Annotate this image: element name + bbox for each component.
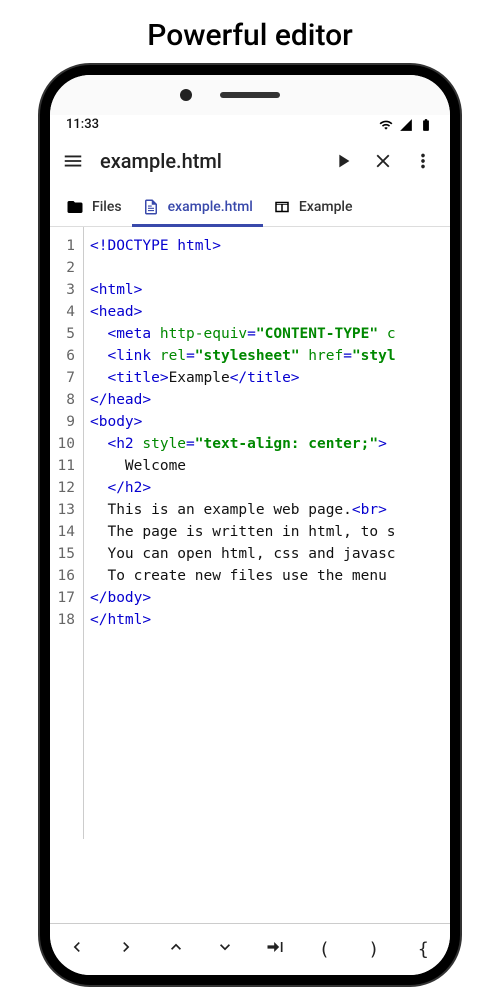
- close-button[interactable]: [370, 148, 396, 174]
- battery-icon: [418, 118, 434, 132]
- web-icon: [273, 198, 291, 216]
- close-icon: [372, 150, 394, 172]
- symbol-toolbar: ( ) {: [50, 923, 450, 975]
- nav-forward-button[interactable]: [102, 937, 152, 962]
- tab-preview-label: Example: [299, 199, 353, 215]
- tab-file[interactable]: example.html: [132, 188, 263, 226]
- tab-key-button[interactable]: [250, 937, 300, 962]
- appbar-title: example.html: [100, 149, 316, 173]
- folder-icon: [66, 198, 84, 216]
- status-icons: [378, 118, 434, 132]
- menu-button[interactable]: [60, 148, 86, 174]
- chevron-down-icon: [215, 937, 235, 957]
- nav-up-button[interactable]: [151, 937, 201, 962]
- app-bar: example.html: [50, 138, 450, 188]
- nav-down-button[interactable]: [201, 937, 251, 962]
- file-icon: [142, 198, 160, 216]
- chevron-left-icon: [67, 937, 87, 957]
- tab-preview[interactable]: Example: [263, 188, 363, 226]
- code-area[interactable]: <!DOCTYPE html> <html><head> <meta http-…: [84, 227, 450, 839]
- more-vert-icon: [412, 150, 434, 172]
- tab-file-label: example.html: [168, 199, 253, 215]
- chevron-up-icon: [166, 937, 186, 957]
- tab-files[interactable]: Files: [56, 188, 132, 226]
- run-button[interactable]: [330, 148, 356, 174]
- nav-back-button[interactable]: [52, 937, 102, 962]
- phone-notch: [50, 75, 450, 115]
- tab-icon: [265, 937, 285, 957]
- lbrace-button[interactable]: {: [399, 939, 449, 960]
- wifi-icon: [378, 118, 394, 132]
- chevron-right-icon: [116, 937, 136, 957]
- play-icon: [332, 150, 354, 172]
- signal-icon: [398, 118, 414, 132]
- hamburger-icon: [62, 150, 84, 172]
- phone-frame: 11:33 example.html Files example.html: [40, 65, 460, 985]
- tab-files-label: Files: [92, 199, 122, 215]
- line-gutter: 123456789101112131415161718: [50, 227, 84, 839]
- lparen-button[interactable]: (: [300, 939, 350, 960]
- rparen-button[interactable]: ): [349, 939, 399, 960]
- status-bar: 11:33: [50, 115, 450, 138]
- marketing-heading: Powerful editor: [0, 0, 500, 65]
- overflow-button[interactable]: [410, 148, 436, 174]
- tab-bar: Files example.html Example: [50, 188, 450, 227]
- status-time: 11:33: [66, 117, 99, 132]
- code-editor[interactable]: 123456789101112131415161718 <!DOCTYPE ht…: [50, 227, 450, 839]
